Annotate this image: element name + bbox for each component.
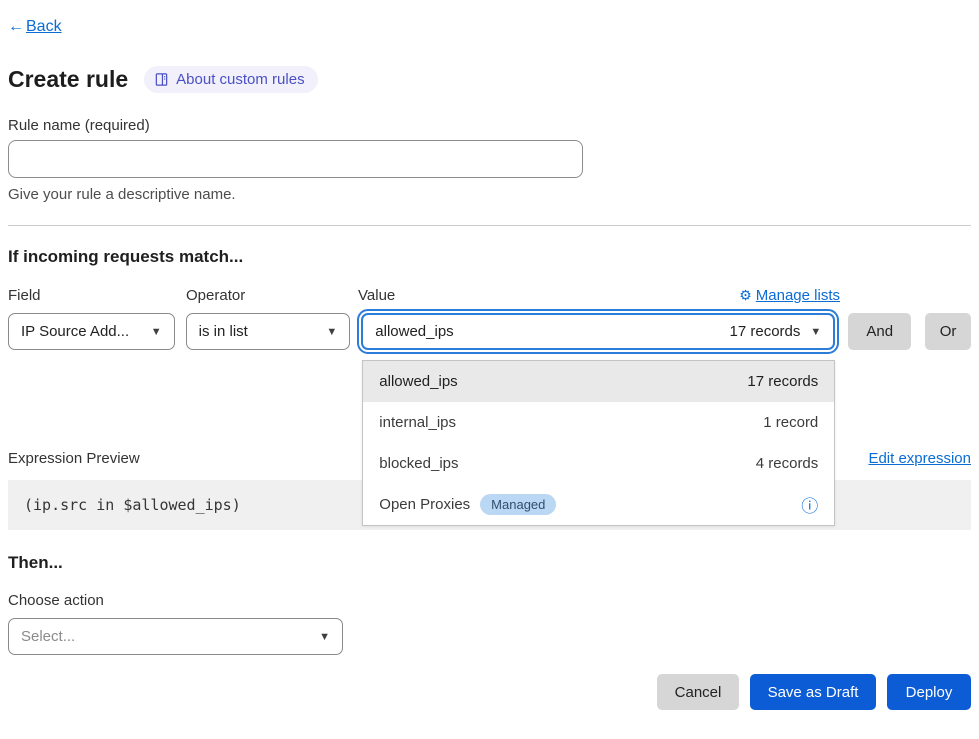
dropdown-item-blocked-ips[interactable]: blocked_ips 4 records xyxy=(363,443,834,484)
action-select-placeholder: Select... xyxy=(21,628,75,645)
save-as-draft-button[interactable]: Save as Draft xyxy=(750,674,876,710)
info-icon[interactable]: ⓘ xyxy=(801,492,818,517)
list-name: internal_ips xyxy=(379,414,456,431)
expression-preview-label: Expression Preview xyxy=(8,450,140,467)
book-icon xyxy=(154,72,169,87)
chevron-down-icon: ▼ xyxy=(151,326,162,338)
gear-icon: ⚙ xyxy=(739,287,752,304)
manage-lists-label: Manage lists xyxy=(756,287,840,304)
rule-name-helper: Give your rule a descriptive name. xyxy=(8,186,971,203)
dropdown-item-internal-ips[interactable]: internal_ips 1 record xyxy=(363,402,834,443)
action-select[interactable]: Select... ▼ xyxy=(8,618,343,655)
page-title: Create rule xyxy=(8,66,128,93)
value-label: Value xyxy=(358,287,395,304)
back-link-label: Back xyxy=(26,18,62,36)
about-custom-rules-link[interactable]: About custom rules xyxy=(144,66,317,93)
rule-name-label: Rule name (required) xyxy=(8,117,971,134)
list-record-count: 17 records xyxy=(747,373,818,390)
value-select-value: allowed_ips xyxy=(375,323,453,340)
and-button[interactable]: And xyxy=(848,313,911,350)
value-select-record-count: 17 records xyxy=(730,323,801,340)
manage-lists-link[interactable]: ⚙ Manage lists xyxy=(739,287,840,304)
then-section-heading: Then... xyxy=(8,553,971,573)
back-arrow-icon: ← xyxy=(8,18,24,36)
back-link[interactable]: ←Back xyxy=(8,18,62,36)
cancel-button[interactable]: Cancel xyxy=(657,674,739,710)
chevron-down-icon: ▼ xyxy=(319,631,330,643)
field-label: Field xyxy=(8,287,186,304)
managed-badge: Managed xyxy=(480,494,556,515)
list-name: allowed_ips xyxy=(379,373,457,390)
dropdown-item-allowed-ips[interactable]: allowed_ips 17 records xyxy=(363,361,834,402)
operator-select-value: is in list xyxy=(199,323,248,340)
operator-select[interactable]: is in list ▼ xyxy=(186,313,351,350)
dropdown-item-open-proxies[interactable]: Open Proxies Managed ⓘ xyxy=(363,484,834,525)
section-divider xyxy=(8,225,971,226)
field-select-value: IP Source Add... xyxy=(21,323,129,340)
value-select[interactable]: allowed_ips 17 records ▼ xyxy=(361,313,835,350)
choose-action-label: Choose action xyxy=(8,592,971,609)
chevron-down-icon: ▼ xyxy=(810,326,821,338)
about-custom-rules-label: About custom rules xyxy=(176,71,304,88)
list-name: blocked_ips xyxy=(379,455,458,472)
field-select[interactable]: IP Source Add... ▼ xyxy=(8,313,175,350)
chevron-down-icon: ▼ xyxy=(326,326,337,338)
deploy-button[interactable]: Deploy xyxy=(887,674,971,710)
list-record-count: 1 record xyxy=(763,414,818,431)
value-dropdown-panel: allowed_ips 17 records internal_ips 1 re… xyxy=(362,360,835,526)
rule-name-input[interactable] xyxy=(8,140,583,178)
operator-label: Operator xyxy=(186,287,358,304)
or-button[interactable]: Or xyxy=(925,313,971,350)
match-section-heading: If incoming requests match... xyxy=(8,247,971,267)
list-name: Open Proxies xyxy=(379,496,470,513)
list-record-count: 4 records xyxy=(756,455,819,472)
edit-expression-link[interactable]: Edit expression xyxy=(868,450,971,467)
create-rule-page: ←Back Create rule About custom rules Rul… xyxy=(0,0,979,710)
expression-code: (ip.src in $allowed_ips) xyxy=(24,496,241,514)
